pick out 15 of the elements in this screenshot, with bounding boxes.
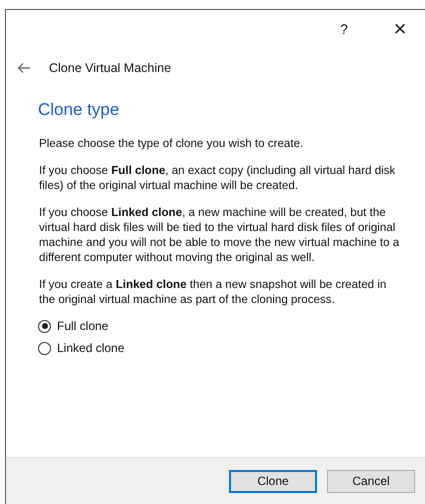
radio-button[interactable] — [38, 342, 51, 354]
radio-button[interactable] — [38, 320, 51, 332]
dialog-button[interactable]: Cancel — [327, 470, 415, 492]
wizard-title: Clone Virtual Machine — [49, 61, 172, 75]
description-text: If you create a Linked clone then a new snapshot will be created in the original virtual machine as part of the cloning process. — [38, 277, 388, 307]
help-button[interactable]: ? — [321, 14, 367, 44]
radio-label[interactable]: Linked clone — [57, 341, 124, 355]
radio-label[interactable]: Full clone — [57, 319, 108, 333]
dialog-button[interactable]: Clone — [229, 470, 317, 492]
back-arrow-icon[interactable] — [17, 62, 31, 74]
description-text: If you choose Full clone, an exact copy (including all virtual hard disk files) of the original virtual machine will be created. — [38, 163, 396, 193]
description-text: If you choose Linked clone, a new machine will be created, but the virtual hard disk files will be tied to the virtual hard disk files of original machine and you will not be able to move the new virtual machine to a different computer without moving the original as well. — [38, 205, 400, 265]
description-text: Please choose the type of clone you wish to create. — [38, 136, 304, 151]
page-heading: Clone type — [38, 100, 120, 120]
close-button[interactable]: × — [377, 14, 423, 44]
